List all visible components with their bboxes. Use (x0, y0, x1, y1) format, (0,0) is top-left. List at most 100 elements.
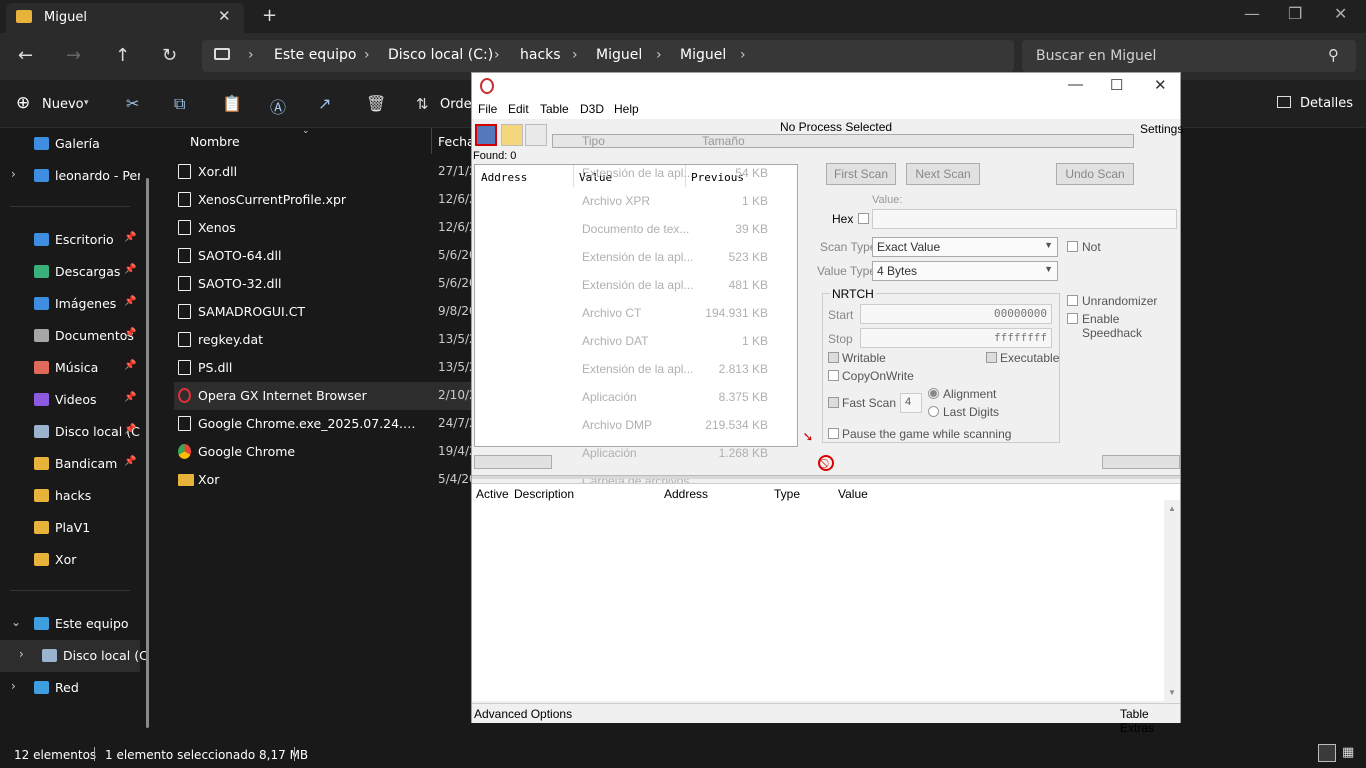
sidebar-scrollbar[interactable] (146, 178, 149, 728)
sidebar-item[interactable]: Escritorio 📌 (0, 224, 140, 256)
sidebar-item[interactable]: Bandicam 📌 (0, 448, 140, 480)
chevron-down-icon[interactable]: ⌄ (11, 615, 21, 629)
close-tab-icon[interactable]: ✕ (218, 7, 231, 25)
breadcrumb-este-equipo[interactable]: Este equipo (274, 47, 356, 63)
table-header-address[interactable]: Address (664, 487, 708, 501)
sidebar-item[interactable]: Xor (0, 544, 140, 576)
address-bar[interactable]: › Este equipo › Disco local (C:) › hacks… (202, 40, 1014, 72)
rename-icon[interactable]: Ⓐ (270, 94, 286, 118)
not-checkbox[interactable] (1067, 241, 1078, 252)
pause-game-checkbox[interactable] (828, 428, 839, 439)
sidebar-item[interactable]: Descargas 📌 (0, 256, 140, 288)
new-button[interactable]: Nuevo (42, 97, 84, 112)
unrandomizer-checkbox[interactable] (1067, 295, 1078, 306)
table-extras-button[interactable]: Table Extras (1120, 707, 1180, 735)
details-button[interactable]: Detalles (1300, 96, 1353, 111)
scroll-down-icon[interactable]: ▼ (1168, 688, 1176, 697)
breadcrumb-miguel[interactable]: Miguel (596, 47, 642, 63)
ce-splitter[interactable] (472, 475, 1180, 479)
scan-type-select[interactable]: Exact Value ▼ (872, 237, 1058, 257)
table-header-active[interactable]: Active (476, 487, 509, 501)
refresh-icon[interactable]: ↻ (162, 45, 177, 66)
tab-miguel[interactable]: Miguel ✕ (6, 3, 244, 33)
breadcrumb-miguel-sub[interactable]: Miguel (680, 47, 726, 63)
file-row[interactable]: Xor5/4/2026 23:43 (174, 466, 530, 494)
menu-edit[interactable]: Edit (508, 102, 529, 116)
menu-d3d[interactable]: D3D (580, 102, 604, 116)
delete-icon[interactable]: 🗑 (366, 94, 386, 113)
undo-scan-button[interactable]: Undo Scan (1056, 163, 1134, 185)
menu-help[interactable]: Help (614, 102, 639, 116)
copy-icon[interactable]: ⧉ (174, 94, 185, 114)
results-header-address[interactable]: Address (481, 171, 527, 184)
table-header-value[interactable]: Value (838, 487, 868, 501)
chevron-right-icon[interactable]: › (11, 679, 16, 693)
up-icon[interactable]: ↑ (115, 45, 130, 66)
breadcrumb-hacks[interactable]: hacks (520, 47, 561, 63)
sidebar-item[interactable]: PlaV1 (0, 512, 140, 544)
table-header-type[interactable]: Type (774, 487, 800, 501)
breadcrumb-disco-local[interactable]: Disco local (C:) (388, 47, 493, 63)
speedhack-checkbox[interactable] (1067, 313, 1078, 324)
open-file-button[interactable] (501, 124, 523, 146)
file-row[interactable]: Google Chrome19/4/2017 22:07 (174, 438, 538, 466)
table-header-description[interactable]: Description (514, 487, 574, 501)
ce-title-bar[interactable]: — ☐ ✕ (472, 73, 1180, 99)
forward-icon[interactable]: → (66, 45, 81, 66)
search-input[interactable]: Buscar en Miguel ⚲ (1022, 40, 1356, 72)
select-process-button[interactable] (475, 124, 497, 146)
start-address-input[interactable]: 00000000 (860, 304, 1052, 324)
advanced-options-button[interactable]: Advanced Options (474, 707, 572, 721)
file-row[interactable]: XenosCurrentProfile.xpr12/6/2026 22:30 (174, 186, 538, 214)
ce-maximize-icon[interactable]: ☐ (1110, 76, 1123, 94)
sidebar-item[interactable]: Documentos 📌 (0, 320, 140, 352)
file-row[interactable]: regkey.dat13/5/2026 23:00 (174, 326, 538, 354)
scroll-up-icon[interactable]: ▲ (1168, 504, 1176, 513)
sidebar-item[interactable]: Disco local (C: 📌 (0, 416, 140, 448)
save-button[interactable] (525, 124, 547, 146)
memory-view-button[interactable] (474, 455, 552, 469)
arrow-add-icon[interactable]: ➘ (800, 429, 816, 445)
file-row[interactable]: Xenos12/6/2026 22:30 (174, 214, 538, 242)
cheat-table[interactable]: Active Description Address Type Value ▲ … (472, 483, 1180, 702)
sidebar-item[interactable]: hacks (0, 480, 140, 512)
alignment-radio[interactable] (928, 388, 939, 399)
ce-close-icon[interactable]: ✕ (1154, 76, 1167, 94)
stop-address-input[interactable]: ffffffff (860, 328, 1052, 348)
writable-checkbox[interactable] (828, 352, 839, 363)
menu-table[interactable]: Table (540, 102, 569, 116)
menu-file[interactable]: File (478, 102, 497, 116)
first-scan-button[interactable]: First Scan (826, 163, 896, 185)
next-scan-button[interactable]: Next Scan (906, 163, 980, 185)
file-row[interactable]: Opera GX Internet Browser2/10/2017 08:07 (174, 382, 538, 410)
details-view-icon[interactable] (1318, 744, 1336, 762)
file-row[interactable]: Google Chrome.exe_2025.07.24.00.25.14...… (174, 410, 538, 438)
tiles-view-icon[interactable]: ▦ (1342, 745, 1354, 760)
sidebar-item[interactable]: Videos 📌 (0, 384, 140, 416)
file-row[interactable]: Xor.dll27/1/2026 22:30 (174, 158, 538, 186)
paste-icon[interactable]: 📋 (222, 94, 242, 113)
chevron-right-icon[interactable]: › (19, 647, 24, 661)
sidebar-item[interactable]: › Disco local (C: (0, 640, 148, 672)
sidebar-item[interactable]: Galería (0, 128, 140, 160)
column-header-name[interactable]: Nombre (190, 134, 240, 149)
executable-checkbox[interactable] (986, 352, 997, 363)
sidebar-item[interactable]: Música 📌 (0, 352, 140, 384)
sidebar-item[interactable]: › leonardo - Persc (0, 160, 140, 192)
hex-checkbox[interactable] (858, 213, 869, 224)
sidebar-item[interactable]: ⌄ Este equipo (0, 608, 140, 640)
value-input[interactable] (872, 209, 1177, 229)
copyonwrite-checkbox[interactable] (828, 370, 839, 381)
settings-link[interactable]: Settings (1140, 122, 1183, 136)
sidebar-item[interactable]: › Red (0, 672, 140, 704)
value-type-select[interactable]: 4 Bytes ▼ (872, 261, 1058, 281)
ce-minimize-icon[interactable]: — (1068, 76, 1083, 93)
last-digits-radio[interactable] (928, 406, 939, 417)
add-address-button[interactable] (1102, 455, 1180, 469)
back-icon[interactable]: ← (18, 45, 33, 66)
share-icon[interactable]: ↗ (318, 94, 331, 113)
table-scrollbar[interactable]: ▲ ▼ (1164, 500, 1180, 702)
new-tab-icon[interactable]: + (262, 5, 277, 26)
chevron-right-icon[interactable]: › (11, 167, 16, 181)
maximize-icon[interactable]: ❐ (1288, 4, 1302, 23)
